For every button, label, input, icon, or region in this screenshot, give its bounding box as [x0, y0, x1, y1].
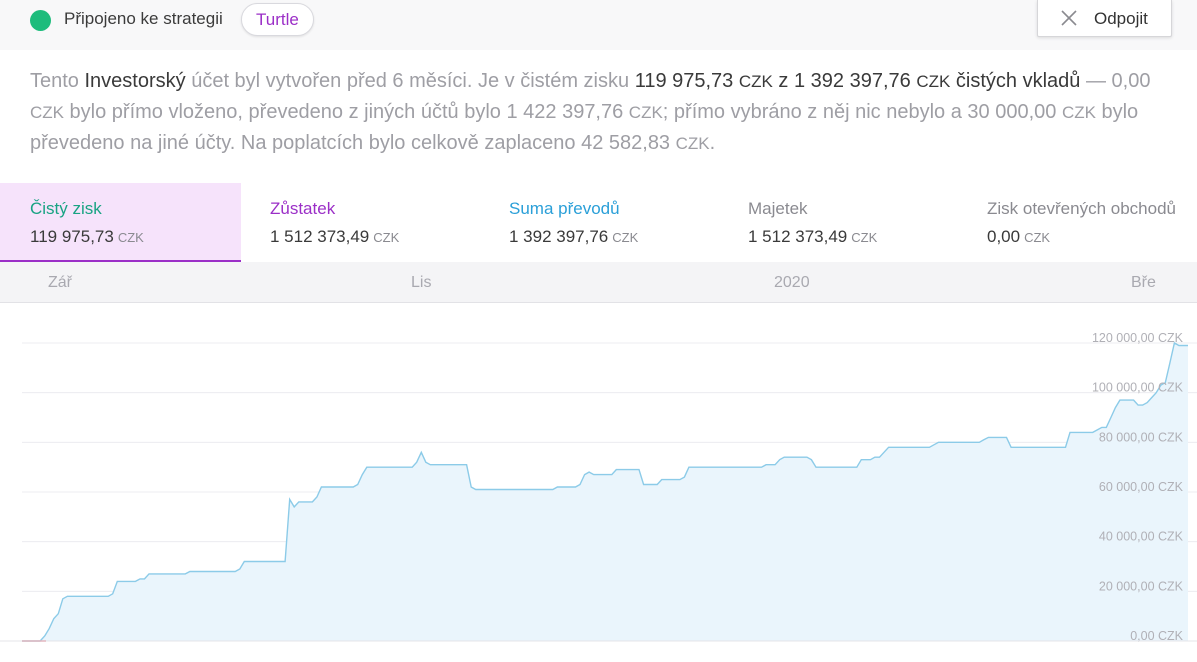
account-type: Investorský — [84, 70, 186, 92]
currency-unit: CZK — [738, 72, 773, 91]
x-tick-label: Zář — [48, 274, 72, 291]
currency-unit: CZK — [612, 230, 639, 245]
x-tick-label: Lis — [411, 274, 432, 291]
net-profit-amount: 119 975,73 — [634, 70, 734, 92]
x-tick-label: 2020 — [774, 274, 810, 291]
connection-status-label: Připojeno ke strategii — [64, 9, 223, 28]
tab-equity[interactable]: Majetek 1 512 373,49 CZK — [718, 183, 959, 262]
tab-label: Zisk otevřených obchodů — [987, 199, 1176, 218]
tab-transfers-total[interactable]: Suma převodů 1 392 397,76 CZK — [479, 183, 720, 262]
tab-value: 1 512 373,49 CZK — [270, 226, 481, 249]
y-tick-label: 80 000,00 CZK — [1099, 430, 1184, 444]
y-tick-label: 120 000,00 CZK — [1092, 331, 1184, 345]
tab-amount: 1 512 373,49 — [748, 227, 848, 246]
summary-text: Tento — [30, 70, 85, 92]
status-dot-icon — [30, 10, 51, 31]
summary-text: bylo přímo vloženo, převedeno z jiných ú… — [64, 101, 629, 123]
tab-balance[interactable]: Zůstatek 1 512 373,49 CZK — [240, 183, 481, 262]
tab-value: 0,00 CZK — [987, 226, 1197, 249]
currency-unit: CZK — [30, 103, 64, 122]
y-tick-label: 20 000,00 CZK — [1099, 579, 1184, 593]
summary-text: . — [709, 132, 716, 154]
strategy-name-link[interactable]: Turtle — [241, 3, 314, 36]
tab-amount: 119 975,73 — [30, 227, 114, 246]
tab-amount: 0,00 — [987, 227, 1021, 246]
tab-value: 1 392 397,76 CZK — [509, 226, 720, 249]
summary-text: — 0,00 — [1080, 70, 1151, 92]
net-deposits-amount: 1 392 397,76 — [794, 70, 911, 92]
strategy-account-page: Připojeno ke strategii Turtle Odpojit Te… — [0, 0, 1197, 662]
currency-unit: CZK — [373, 230, 400, 245]
tab-amount: 1 392 397,76 — [509, 227, 609, 246]
summary-text: čistých vkladů — [950, 70, 1081, 92]
strategy-header: Připojeno ke strategii Turtle Odpojit — [0, 0, 1197, 50]
disconnect-label: Odpojit — [1094, 9, 1148, 28]
summary-text: z — [772, 70, 794, 92]
tab-label: Zůstatek — [270, 199, 336, 218]
tab-open-trades-profit[interactable]: Zisk otevřených obchodů 0,00 CZK — [957, 183, 1197, 262]
x-tick-label: Bře — [1131, 274, 1156, 291]
close-icon — [1061, 10, 1077, 26]
tab-value: 119 975,73 CZK — [30, 226, 241, 249]
currency-unit: CZK — [851, 230, 878, 245]
currency-unit: CZK — [675, 134, 710, 153]
currency-unit: CZK — [117, 230, 144, 245]
tab-net-profit[interactable]: Čistý zisk 119 975,73 CZK — [0, 183, 241, 262]
y-tick-label: 40 000,00 CZK — [1099, 530, 1184, 544]
tab-label: Čistý zisk — [30, 199, 102, 218]
tab-amount: 1 512 373,49 — [270, 227, 370, 246]
currency-unit: CZK — [916, 72, 951, 91]
y-tick-label: 60 000,00 CZK — [1099, 480, 1184, 494]
chart-canvas: 120 000,00 CZK 100 000,00 CZK 80 000,00 CZ… — [0, 331, 1197, 643]
tab-label: Suma převodů — [509, 199, 620, 218]
tab-value: 1 512 373,49 CZK — [748, 226, 959, 249]
currency-unit: CZK — [1024, 230, 1051, 245]
y-tick-label: 100 000,00 CZK — [1092, 381, 1184, 395]
summary-text: účet byl vytvořen před 6 měsíci. Je v či… — [185, 70, 635, 92]
account-summary: Tento Investorský účet byl vytvořen před… — [30, 66, 1170, 159]
time-axis: Zář Lis 2020 Bře — [0, 262, 1197, 303]
currency-unit: CZK — [1061, 103, 1096, 122]
net-profit-chart[interactable]: 120 000,00 CZK 100 000,00 CZK 80 000,00 CZ… — [0, 303, 1197, 662]
summary-text: ; přímo vybráno z něj nic nebylo a 30 00… — [662, 101, 1062, 123]
disconnect-button[interactable]: Odpojit — [1037, 0, 1172, 37]
currency-unit: CZK — [628, 103, 663, 122]
tab-label: Majetek — [748, 199, 808, 218]
metric-tabs: Čistý zisk 119 975,73 CZK Zůstatek 1 512 … — [0, 183, 1197, 262]
